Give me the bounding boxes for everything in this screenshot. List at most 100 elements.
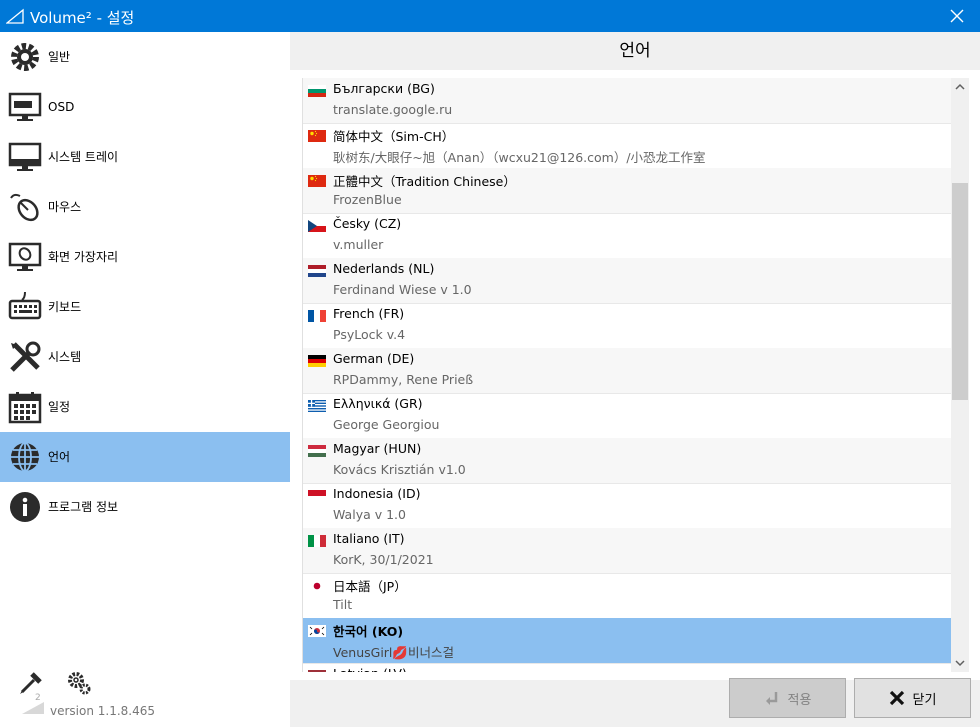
window-close-button[interactable] bbox=[934, 0, 980, 32]
sidebar-item-about[interactable]: 프로그램 정보 bbox=[0, 482, 290, 532]
language-row[interactable]: Italiano (IT) KorK, 30/1/2021 bbox=[303, 528, 952, 574]
sidebar-item-mouse[interactable]: 마우스 bbox=[0, 182, 290, 232]
language-name: Nederlands (NL) bbox=[333, 261, 435, 276]
language-name: Indonesia (ID) bbox=[333, 486, 421, 501]
language-list[interactable]: Български (BG) translate.google.ru 简体中文（Si… bbox=[302, 78, 952, 672]
svg-text:2: 2 bbox=[35, 693, 41, 703]
translator-name: Ferdinand Wiese v 1.0 bbox=[333, 282, 472, 297]
flag-icon bbox=[308, 580, 326, 592]
translator-name: 耿树东/大眼仔~旭（Anan）（wcxu21@126.com）/小恐龙工作室 bbox=[333, 150, 706, 165]
sidebar-item-label: 일반 bbox=[48, 50, 71, 64]
flag-icon bbox=[308, 400, 326, 412]
page-title: 언어 bbox=[619, 41, 651, 61]
scroll-down-arrow-icon[interactable] bbox=[951, 654, 969, 672]
monitor-icon bbox=[8, 92, 42, 121]
sidebar-item-language[interactable]: 언어 bbox=[0, 432, 290, 482]
flag-icon bbox=[308, 310, 326, 322]
sidebar-item-keyboard[interactable]: 키보드 bbox=[0, 282, 290, 332]
language-row[interactable]: 日本語（JP） Tilt bbox=[303, 573, 952, 619]
flag-icon bbox=[308, 445, 326, 457]
sidebar-item-screen-edge[interactable]: 화면 가장자리 bbox=[0, 232, 290, 282]
language-row[interactable]: German (DE) RPDammy, Rene Prieß bbox=[303, 348, 952, 394]
language-row[interactable]: Indonesia (ID) Walya v 1.0 bbox=[303, 483, 952, 529]
sidebar-item-osd[interactable]: OSD bbox=[0, 82, 290, 132]
language-name: Italiano (IT) bbox=[333, 531, 405, 546]
close-icon bbox=[950, 9, 964, 23]
version-label: version 1.1.8.465 bbox=[50, 704, 156, 718]
translator-name: KorK, 30/1/2021 bbox=[333, 552, 434, 567]
language-name: German (DE) bbox=[333, 351, 415, 366]
volume-logo-icon: 2 bbox=[22, 693, 44, 714]
sidebar-item-label: OSD bbox=[48, 100, 75, 114]
language-name: 简体中文（Sim-CH） bbox=[333, 129, 455, 144]
advanced-settings-icon[interactable] bbox=[66, 670, 92, 696]
translator-name: George Georgiou bbox=[333, 417, 440, 432]
globe-icon bbox=[11, 442, 39, 472]
scroll-thumb[interactable] bbox=[952, 183, 968, 400]
language-row[interactable]: French (FR) PsyLock v.4 bbox=[303, 303, 952, 349]
flag-icon bbox=[308, 490, 326, 502]
sidebar-item-label: 일정 bbox=[48, 400, 71, 414]
translator-name: RPDammy, Rene Prieß bbox=[333, 372, 474, 387]
sidebar-item-schedule[interactable]: 일정 bbox=[0, 382, 290, 432]
translator-name: FrozenBlue bbox=[333, 192, 402, 207]
scrollbar[interactable] bbox=[951, 78, 969, 672]
language-row[interactable]: 简体中文（Sim-CH） 耿树东/大眼仔~旭（Anan）（wcxu21@126.c… bbox=[303, 123, 952, 169]
tools-icon bbox=[10, 341, 41, 372]
volume-app-icon bbox=[6, 8, 24, 24]
gear-icon bbox=[11, 43, 39, 71]
screen-edge-icon bbox=[8, 242, 42, 271]
translator-name: Walya v 1.0 bbox=[333, 507, 406, 522]
language-name: French (FR) bbox=[333, 306, 405, 321]
language-name: Български (BG) bbox=[333, 81, 435, 96]
language-row[interactable]: Magyar (HUN) Kovács Krisztián v1.0 bbox=[303, 438, 952, 484]
flag-icon bbox=[308, 535, 326, 547]
flag-icon bbox=[308, 265, 326, 277]
sidebar-item-general[interactable]: 일반 bbox=[0, 32, 290, 82]
language-row[interactable]: 한국어 (KO) VenusGirl💋비너스걸 bbox=[303, 618, 952, 664]
apply-icon bbox=[765, 692, 777, 705]
sidebar-item-label: 마우스 bbox=[48, 200, 82, 214]
translator-name: Kovács Krisztián v1.0 bbox=[333, 462, 466, 477]
sidebar-item-system[interactable]: 시스템 bbox=[0, 332, 290, 382]
language-row[interactable]: Latvian (LV) bbox=[303, 663, 952, 672]
close-label: 닫기 bbox=[912, 692, 937, 708]
language-name: Ελληνικά (GR) bbox=[333, 396, 423, 411]
window-title: Volume² - 설정 bbox=[30, 9, 135, 27]
sidebar-item-label: 화면 가장자리 bbox=[48, 250, 119, 264]
language-row[interactable]: Nederlands (NL) Ferdinand Wiese v 1.0 bbox=[303, 258, 952, 304]
translator-name: Tilt bbox=[333, 597, 353, 612]
language-name: Latvian (LV) bbox=[333, 666, 407, 672]
language-name: Magyar (HUN) bbox=[333, 441, 422, 456]
flag-icon bbox=[308, 355, 326, 367]
language-row[interactable]: 正體中文（Tradition Chinese） FrozenBlue bbox=[303, 168, 952, 214]
apply-label: 적용 bbox=[787, 692, 812, 708]
language-name: 日本語（JP） bbox=[333, 579, 407, 594]
sidebar-item-label: 키보드 bbox=[48, 300, 82, 314]
language-name: Česky (CZ) bbox=[333, 216, 402, 231]
title-bar: Volume² - 설정 bbox=[0, 0, 980, 32]
sidebar-item-system-tray[interactable]: 시스템 트레이 bbox=[0, 132, 290, 182]
sidebar-item-label: 언어 bbox=[48, 450, 71, 464]
sidebar-item-label: 프로그램 정보 bbox=[48, 500, 119, 514]
language-row[interactable]: Ελληνικά (GR) George Georgiou bbox=[303, 393, 952, 439]
apply-button[interactable]: 적용 bbox=[729, 678, 846, 718]
sidebar-item-label: 시스템 bbox=[48, 350, 82, 364]
close-icon bbox=[889, 690, 904, 706]
translator-name: PsyLock v.4 bbox=[333, 327, 406, 342]
flag-icon bbox=[308, 220, 326, 232]
close-button[interactable]: 닫기 bbox=[854, 678, 971, 718]
language-name: 正體中文（Tradition Chinese） bbox=[333, 174, 516, 189]
info-icon bbox=[10, 492, 40, 522]
flag-icon bbox=[308, 130, 326, 142]
language-row[interactable]: Česky (CZ) v.muller bbox=[303, 213, 952, 259]
language-name: 한국어 (KO) bbox=[333, 624, 404, 639]
flag-icon bbox=[308, 625, 326, 637]
scroll-up-arrow-icon[interactable] bbox=[951, 78, 969, 96]
mouse-icon bbox=[10, 193, 39, 222]
translator-name: VenusGirl💋비너스걸 bbox=[333, 645, 454, 660]
language-row[interactable]: Български (BG) translate.google.ru bbox=[303, 78, 952, 124]
keyboard-icon bbox=[8, 291, 42, 320]
sidebar: 일반 OSD 시스템 트레이 마우스 화면 가장자리 키보드 시스템 일정 언어… bbox=[0, 32, 290, 727]
translator-name: translate.google.ru bbox=[333, 102, 453, 117]
